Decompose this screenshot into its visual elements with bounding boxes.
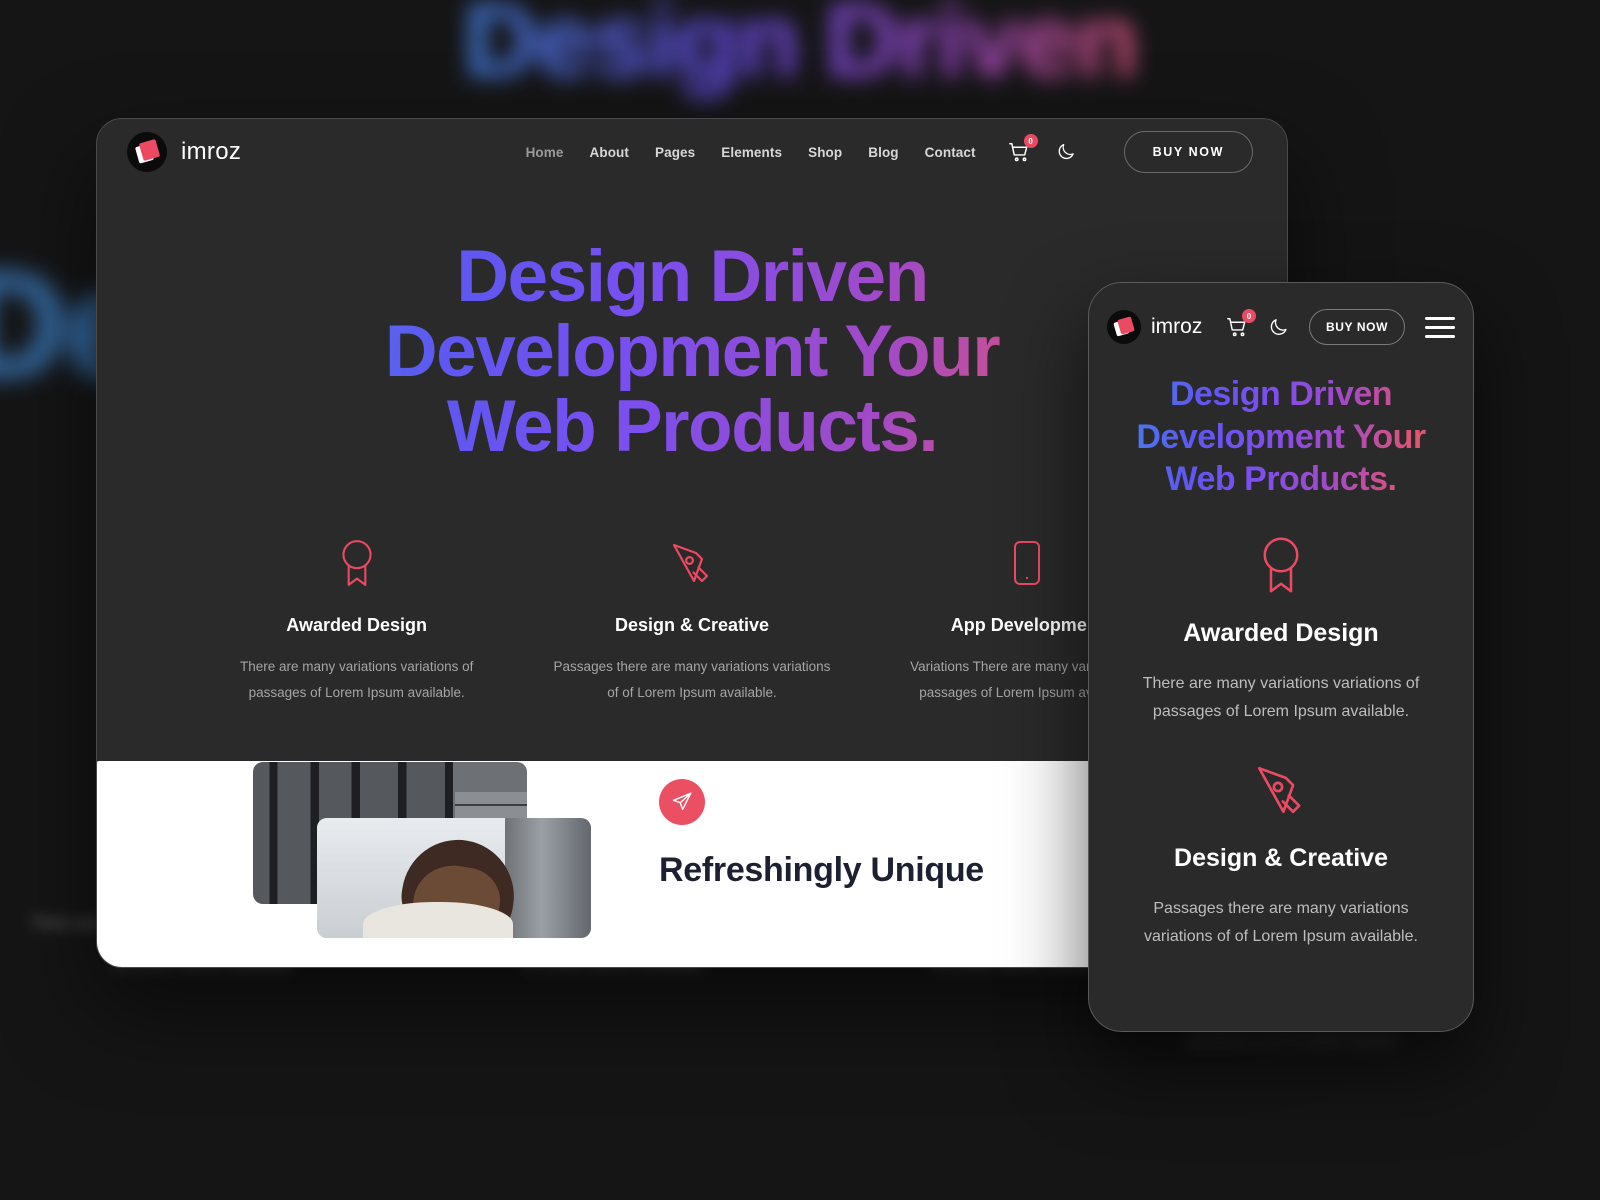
mobile-navbar: imroz 0 BUY NOW <box>1089 283 1473 345</box>
pen-nib-icon <box>1257 766 1301 813</box>
background-blurred-heading: Design Driven <box>420 0 1180 101</box>
feature-icon-wrap <box>1119 535 1443 595</box>
paper-plane-icon <box>672 792 692 811</box>
mobile-brand[interactable]: imroz <box>1107 310 1202 344</box>
mobile-feature-text: There are many variations variations of … <box>1142 674 1420 720</box>
imroz-logo-icon <box>1107 310 1141 344</box>
hero-line-2: Development Your <box>384 311 1000 393</box>
hero-line-3: Web Products. <box>446 386 938 468</box>
mobile-feature-card-awarded-design[interactable]: Awarded Design There are many variations… <box>1089 501 1473 726</box>
mobile-feature-title: Design & Creative <box>1174 843 1388 872</box>
nav-link-elements[interactable]: Elements <box>721 145 782 160</box>
moon-icon[interactable] <box>1056 142 1076 162</box>
award-ribbon-icon <box>342 539 372 586</box>
award-ribbon-icon <box>1263 537 1299 592</box>
hamburger-menu-icon[interactable] <box>1425 316 1455 338</box>
desktop-nav-icons: 0 <box>1008 134 1076 163</box>
hero-line-1: Design Driven <box>456 236 928 317</box>
background-bottom-text: variations of of Lorem Ipsum <box>1182 1030 1398 1049</box>
mobile-hero-line-1: Design Driven <box>1169 375 1393 413</box>
mobile-mockup: imroz 0 BUY NOW Design Driven Developmen… <box>1088 282 1474 1032</box>
desktop-hero-heading: Design Driven Development Your Web Produ… <box>167 239 1217 465</box>
mobile-feature-text: Passages there are many variations varia… <box>1144 899 1418 945</box>
mobile-hero-line-2: Development Your <box>1136 417 1426 456</box>
buy-now-button[interactable]: BUY NOW <box>1123 131 1253 173</box>
mobile-nav-icons: 0 BUY NOW <box>1226 309 1455 345</box>
desktop-nav-links: Home About Pages Elements Shop Blog Cont… <box>526 131 1253 173</box>
nav-link-blog[interactable]: Blog <box>868 145 898 160</box>
feature-icon-wrap <box>1119 760 1443 820</box>
feature-icon-wrap <box>215 537 498 589</box>
feature-icon-wrap <box>550 537 833 589</box>
photo-front <box>317 818 591 938</box>
mobile-brand-name: imroz <box>1151 315 1203 338</box>
mobile-hero-heading: Design Driven Development Your Web Produ… <box>1111 373 1451 501</box>
cart-count-badge: 0 <box>1023 134 1038 148</box>
feature-text: Passages there are many variations varia… <box>553 658 831 700</box>
mobile-cart-button[interactable]: 0 <box>1226 309 1257 338</box>
mobile-feature-card-design-creative[interactable]: Design & Creative Passages there are man… <box>1089 726 1473 951</box>
mobile-hero-line-3: Web Products. <box>1165 460 1397 498</box>
desktop-navbar: imroz Home About Pages Elements Shop Blo… <box>97 119 1287 185</box>
nav-link-contact[interactable]: Contact <box>925 145 976 160</box>
brand[interactable]: imroz <box>127 132 241 172</box>
mobile-feature-title: Awarded Design <box>1183 618 1379 647</box>
feature-card-design-creative[interactable]: Design & Creative Passages there are man… <box>524 537 859 707</box>
nav-link-shop[interactable]: Shop <box>808 145 842 160</box>
moon-icon[interactable] <box>1268 317 1289 338</box>
paper-plane-badge <box>659 779 705 825</box>
brand-name: imroz <box>181 138 242 165</box>
feature-title: Design & Creative <box>614 614 770 635</box>
cart-button[interactable]: 0 <box>1008 134 1038 163</box>
nav-link-pages[interactable]: Pages <box>655 145 695 160</box>
mobile-hero: Design Driven Development Your Web Produ… <box>1089 345 1473 501</box>
feature-title: Awarded Design <box>286 614 428 635</box>
feature-text: There are many variations variations of … <box>239 658 474 700</box>
imroz-logo-icon <box>127 132 167 172</box>
mobile-buy-now-button[interactable]: BUY NOW <box>1309 309 1405 345</box>
mobile-phone-icon <box>1014 540 1041 585</box>
pen-nib-icon <box>672 543 709 582</box>
feature-card-awarded-design[interactable]: Awarded Design There are many variations… <box>189 537 524 707</box>
nav-link-about[interactable]: About <box>590 145 629 160</box>
mobile-cart-count-badge: 0 <box>1242 309 1257 323</box>
nav-link-home[interactable]: Home <box>526 145 564 160</box>
